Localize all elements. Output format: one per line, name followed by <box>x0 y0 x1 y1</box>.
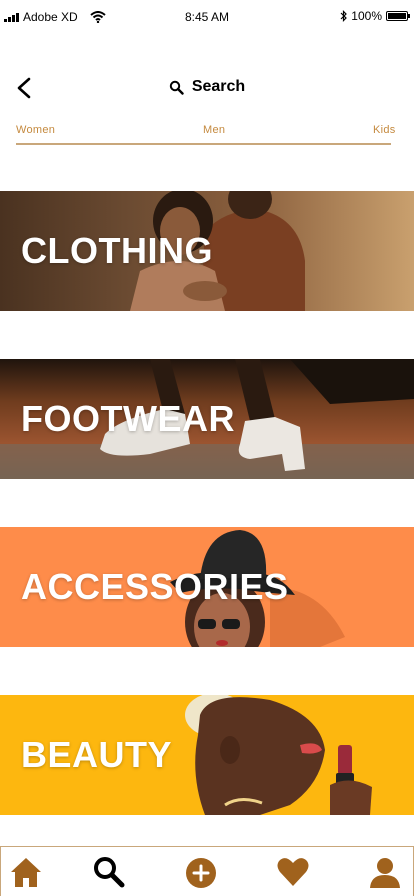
battery-icon <box>386 11 410 21</box>
category-footwear[interactable]: FOOTWEAR <box>0 359 414 479</box>
heart-icon <box>277 858 309 886</box>
add-circle-icon <box>186 858 216 888</box>
category-label: CLOTHING <box>21 230 213 271</box>
category-beauty[interactable]: BEAUTY <box>0 695 414 815</box>
nav-home[interactable] <box>8 854 44 890</box>
tab-men[interactable]: Men <box>203 124 225 136</box>
nav-add[interactable] <box>183 854 219 890</box>
bluetooth-icon <box>340 10 348 22</box>
home-icon <box>11 858 41 887</box>
gender-tabs: Women Men Kids <box>16 124 399 145</box>
category-clothing[interactable]: CLOTHING <box>0 191 414 311</box>
tab-underline <box>16 143 391 145</box>
tab-women[interactable]: Women <box>16 124 55 136</box>
status-bar: Adobe XD 8:45 AM 100% <box>0 0 414 34</box>
nav-profile[interactable] <box>367 854 403 890</box>
profile-icon <box>370 858 400 888</box>
nav-search[interactable] <box>91 854 127 890</box>
bottom-nav <box>0 846 414 896</box>
category-label: ACCESSORIES <box>21 566 289 607</box>
status-right: 100% <box>340 9 410 23</box>
category-label: BEAUTY <box>21 734 173 775</box>
search-icon <box>94 857 125 888</box>
tab-kids[interactable]: Kids <box>373 124 396 136</box>
battery-percent: 100% <box>351 9 382 23</box>
battery-fill <box>388 13 406 19</box>
nav-favorites[interactable] <box>275 854 311 890</box>
category-accessories[interactable]: ACCESSORIES <box>0 527 414 647</box>
search-icon <box>169 80 184 95</box>
category-label: FOOTWEAR <box>21 398 235 439</box>
page-title: Search <box>191 78 246 95</box>
search-header[interactable]: Search <box>0 78 414 96</box>
